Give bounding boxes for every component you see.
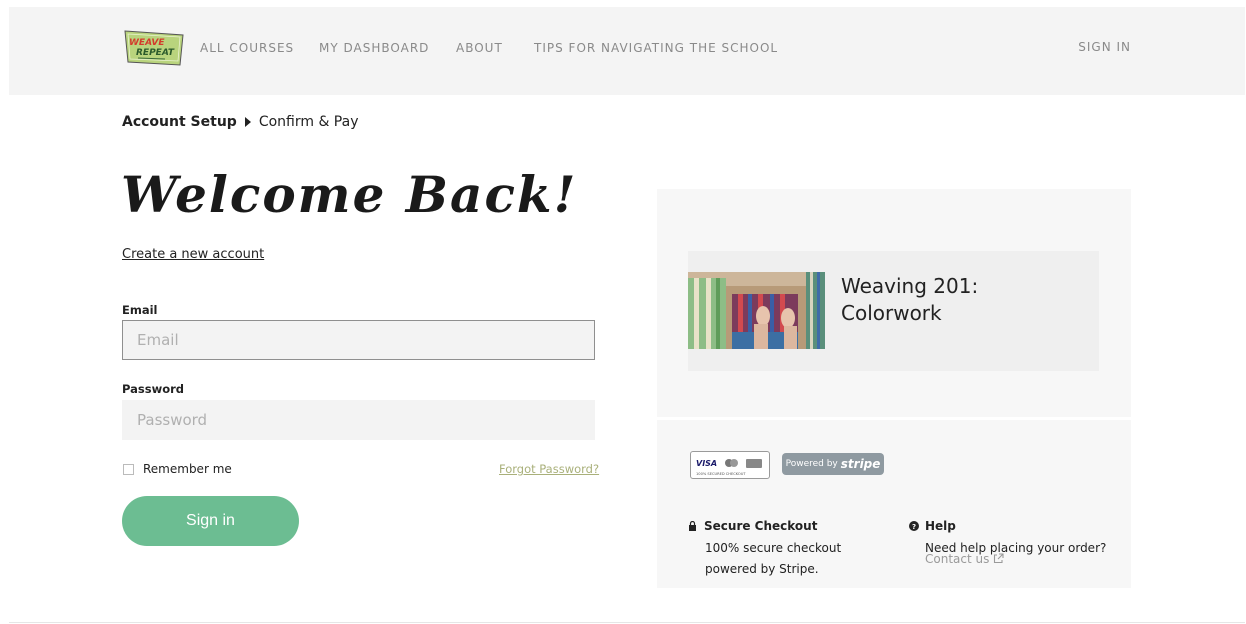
breadcrumb-account-setup: Account Setup	[122, 114, 237, 130]
remember-checkbox[interactable]	[123, 463, 134, 475]
question-circle-icon: ?	[909, 521, 919, 531]
nav-all-courses[interactable]: ALL COURSES	[200, 41, 294, 55]
help-title: Help	[925, 519, 956, 533]
remember-label: Remember me	[143, 462, 232, 476]
secure-checkout-title: Secure Checkout	[704, 519, 818, 533]
nav-tips[interactable]: TIPS FOR NAVIGATING THE SCHOOL	[534, 41, 778, 55]
svg-text:WEAVE: WEAVE	[129, 38, 165, 48]
caret-right-icon	[244, 117, 251, 127]
contact-us-label: Contact us	[925, 552, 990, 566]
stripe-prefix: Powered by	[785, 459, 838, 469]
secured-checkout-badge: VISA 100% SECURED CHECKOUT	[690, 451, 770, 479]
remember-me[interactable]: Remember me	[123, 462, 232, 476]
breadcrumb: Account Setup Confirm & Pay	[122, 114, 359, 130]
course-item: Weaving 201: Colorwork	[688, 251, 1099, 371]
secure-checkout-text: 100% secure checkout powered by Stripe.	[705, 541, 842, 576]
order-summary-card: Weaving 201: Colorwork	[657, 189, 1131, 417]
help-heading: ? Help	[909, 519, 956, 533]
nav-about[interactable]: ABOUT	[456, 41, 503, 55]
contact-us-link[interactable]: Contact us	[925, 552, 1004, 566]
create-account-link[interactable]: Create a new account	[122, 247, 264, 262]
breadcrumb-confirm-pay: Confirm & Pay	[258, 114, 359, 130]
payment-info-panel: VISA 100% SECURED CHECKOUT Powered by st…	[657, 420, 1131, 588]
password-label: Password	[122, 382, 184, 396]
weave-repeat-logo[interactable]: WEAVE REPEAT	[123, 27, 185, 67]
sign-in-button[interactable]: Sign in	[122, 496, 299, 546]
sign-in-link[interactable]: SIGN IN	[1078, 40, 1131, 54]
password-field[interactable]	[122, 400, 595, 440]
svg-text:?: ?	[912, 523, 916, 531]
lock-icon	[689, 521, 696, 531]
nav-my-dashboard[interactable]: MY DASHBOARD	[319, 41, 429, 55]
stripe-brand: stripe	[840, 457, 881, 471]
forgot-password-link[interactable]: Forgot Password?	[499, 462, 599, 476]
powered-by-stripe-badge: Powered by stripe	[782, 453, 884, 475]
email-label: Email	[122, 303, 158, 317]
course-title: Weaving 201: Colorwork	[841, 274, 979, 325]
svg-text:100% SECURED CHECKOUT: 100% SECURED CHECKOUT	[696, 472, 746, 476]
svg-text:REPEAT: REPEAT	[136, 48, 175, 58]
email-field[interactable]	[122, 320, 595, 360]
page: WEAVE REPEAT ALL COURSES MY DASHBOARD AB…	[9, 7, 1245, 623]
secure-checkout-heading: Secure Checkout	[688, 519, 817, 533]
svg-text:VISA: VISA	[696, 459, 717, 468]
page-title: Welcome Back!	[121, 165, 578, 224]
course-thumbnail	[688, 272, 825, 349]
top-navigation-bar: WEAVE REPEAT ALL COURSES MY DASHBOARD AB…	[9, 7, 1245, 95]
external-link-icon	[994, 553, 1004, 564]
